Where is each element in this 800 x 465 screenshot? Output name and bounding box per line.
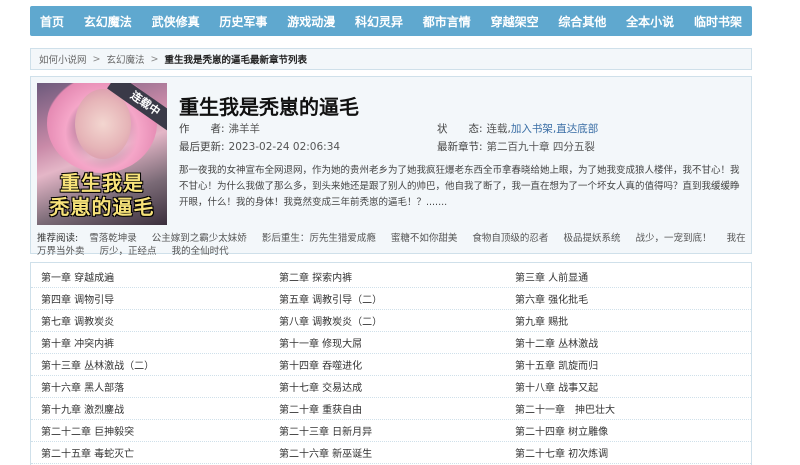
book-intro: 那一夜我的女神宣布全网退网，作为她的贵州老乡为了她我疯狂爆老东西全币拿春晓给她上… <box>179 165 740 208</box>
status-label: 状 态: <box>437 123 483 135</box>
chapter-link[interactable]: 第二十五章 毒蛇灭亡 <box>41 445 134 460</box>
nav-complete[interactable]: 全本小说 <box>626 13 674 30</box>
chapter-link[interactable]: 第七章 调教炭炎 <box>41 313 114 328</box>
breadcrumb-category[interactable]: 玄幻魔法 <box>106 52 144 66</box>
author-name: 沸羊羊 <box>228 123 261 135</box>
chapter-list: 第一章 穿越成遍 第二章 探索内裤 第三章 人前显通第四章 调物引导 第五章 调教引导… <box>30 262 752 465</box>
breadcrumb: 如何小说网 > 玄幻魔法 > 重生我是秃崽的逼毛最新章节列表 <box>30 48 752 70</box>
recommend-reading: 推荐阅读: 雪落乾坤录 公主嫁到之霸少太妹娇 影后重生：厉先生猎爱成瘾 蜜糖不如… <box>37 232 747 258</box>
chapter-row: 第二十二章 巨抻毅突 第二十三章 日新月异 第二十四章 树立雕像 <box>31 419 751 442</box>
breadcrumb-separator: > <box>92 53 101 65</box>
status-row: 状 态: 连载,加入书架,直达底部 <box>437 121 598 136</box>
chapter-link[interactable]: 第二十四章 树立雕像 <box>515 423 608 438</box>
chapter-link[interactable]: 第二十一章 抻巴壮大 <box>515 401 615 416</box>
recommend-link[interactable]: 影后重生：厉先生猎爱成瘾 <box>262 233 376 244</box>
chapter-link[interactable]: 第十章 冲突内裤 <box>41 335 114 350</box>
book-title: 重生我是秃崽的逼毛 <box>179 95 359 119</box>
nav-wuxia[interactable]: 武侠修真 <box>152 13 200 30</box>
breadcrumb-current: 重生我是秃崽的逼毛最新章节列表 <box>164 55 307 66</box>
chapter-link[interactable]: 第二十二章 巨抻毅突 <box>41 423 134 438</box>
chapter-row: 第十九章 激烈鏖战 第二十章 重获自由 第二十一章 抻巴壮大 <box>31 397 751 420</box>
chapter-row: 第一章 穿越成遍 第二章 探索内裤 第三章 人前显通 <box>31 265 751 288</box>
nav-urban[interactable]: 都市言情 <box>423 13 471 30</box>
chapter-link[interactable]: 第十一章 修现大屌 <box>279 335 362 350</box>
nav-game[interactable]: 游戏动漫 <box>287 13 335 30</box>
chapter-link[interactable]: 第二章 探索内裤 <box>279 269 352 284</box>
top-nav: 首页 玄幻魔法 武侠修真 历史军事 游戏动漫 科幻灵异 都市言情 穿越架空 综合… <box>30 6 752 36</box>
chapter-link[interactable]: 第一章 穿越成遍 <box>41 269 114 284</box>
recommend-link[interactable]: 雪落乾坤录 <box>89 233 137 244</box>
recommend-link[interactable]: 公主嫁到之霸少太妹娇 <box>152 233 247 244</box>
updated-time: 2023-02-24 02:06:34 <box>228 141 341 153</box>
chapter-link[interactable]: 第六章 强化批毛 <box>515 291 588 306</box>
chapter-link[interactable]: 第二十六章 新巫诞生 <box>279 445 372 460</box>
chapter-link[interactable]: 第十九章 激烈鏖战 <box>41 401 124 416</box>
chapter-row: 第七章 调教炭炎 第八章 调教炭炎（二） 第九章 赐批 <box>31 309 751 332</box>
chapter-row: 第十章 冲突内裤 第十一章 修现大屌 第十二章 丛林激战 <box>31 331 751 354</box>
author-label: 作 者: <box>179 123 225 135</box>
updated-row: 最后更新: 2023-02-24 02:06:34 <box>179 139 340 154</box>
chapter-link[interactable]: 第十八章 战事又起 <box>515 379 598 394</box>
chapter-link[interactable]: 第八章 调教炭炎（二） <box>279 313 382 328</box>
chapter-row: 第十三章 丛林激战（二） 第十四章 吞噬进化 第十五章 凯旋而归 <box>31 353 751 376</box>
book-info: 连载中 重生我是 秃崽的逼毛 重生我是秃崽的逼毛 作 者: 沸羊羊 状 态: 连载,… <box>30 76 752 257</box>
cover-title-line2: 秃崽的逼毛 <box>49 195 155 219</box>
recommend-link[interactable]: 蜜糖不如你甜美 <box>391 233 458 244</box>
latest-label: 最新章节: <box>437 141 483 153</box>
chapter-row: 第二十五章 毒蛇灭亡 第二十六章 新巫诞生 第二十七章 初次炼调 <box>31 441 751 464</box>
recommend-link[interactable]: 极品提妖系统 <box>563 233 620 244</box>
status-value: 连载, <box>486 123 511 135</box>
breadcrumb-site[interactable]: 如何小说网 <box>39 52 87 66</box>
latest-chapter-link[interactable]: 第二百九十章 四分五裂 <box>487 141 595 153</box>
chapter-link[interactable]: 第三章 人前显通 <box>515 269 588 284</box>
breadcrumb-separator: > <box>150 53 159 65</box>
chapter-link[interactable]: 第十七章 交易达成 <box>279 379 362 394</box>
recommend-link[interactable]: 我的全仙时代 <box>172 246 229 257</box>
author-row: 作 者: 沸羊羊 <box>179 121 260 136</box>
chapter-link[interactable]: 第十五章 凯旋而归 <box>515 357 598 372</box>
nav-time-travel[interactable]: 穿越架空 <box>491 13 539 30</box>
latest-row: 最新章节: 第二百九十章 四分五裂 <box>437 139 595 154</box>
chapter-link[interactable]: 第十六章 黑人部落 <box>41 379 124 394</box>
chapter-link[interactable]: 第五章 调教引导（二） <box>279 291 382 306</box>
recommend-label: 推荐阅读: <box>37 233 79 244</box>
chapter-link[interactable]: 第十四章 吞噬进化 <box>279 357 362 372</box>
updated-label: 最后更新: <box>179 141 225 153</box>
chapter-link[interactable]: 第十三章 丛林激战（二） <box>41 357 154 372</box>
cover-title: 重生我是 秃崽的逼毛 <box>41 171 163 219</box>
cover-title-line1: 重生我是 <box>60 171 144 195</box>
recommend-link[interactable]: 厉少，正经点 <box>100 246 157 257</box>
chapter-link[interactable]: 第九章 赐批 <box>515 313 568 328</box>
book-cover[interactable]: 连载中 重生我是 秃崽的逼毛 <box>37 83 167 225</box>
nav-other[interactable]: 综合其他 <box>558 13 606 30</box>
chapter-link[interactable]: 第四章 调物引导 <box>41 291 114 306</box>
add-to-shelf-link[interactable]: 加入书架, <box>511 123 556 135</box>
recommend-link[interactable]: 食物自顶级的忍者 <box>472 233 548 244</box>
nav-bookshelf[interactable]: 临时书架 <box>694 13 742 30</box>
goto-bottom-link[interactable]: 直达底部 <box>556 123 598 135</box>
nav-scifi[interactable]: 科幻灵异 <box>355 13 403 30</box>
chapter-link[interactable]: 第二十三章 日新月异 <box>279 423 372 438</box>
nav-fantasy[interactable]: 玄幻魔法 <box>84 13 132 30</box>
recommend-link[interactable]: 战少，一宠到底！ <box>636 233 712 244</box>
chapter-link[interactable]: 第十二章 丛林激战 <box>515 335 598 350</box>
chapter-link[interactable]: 第二十章 重获自由 <box>279 401 362 416</box>
chapter-row: 第十六章 黑人部落 第十七章 交易达成 第十八章 战事又起 <box>31 375 751 398</box>
chapter-link[interactable]: 第二十七章 初次炼调 <box>515 445 608 460</box>
nav-home[interactable]: 首页 <box>40 13 64 30</box>
nav-history[interactable]: 历史军事 <box>219 13 267 30</box>
chapter-row: 第四章 调物引导 第五章 调教引导（二） 第六章 强化批毛 <box>31 287 751 310</box>
